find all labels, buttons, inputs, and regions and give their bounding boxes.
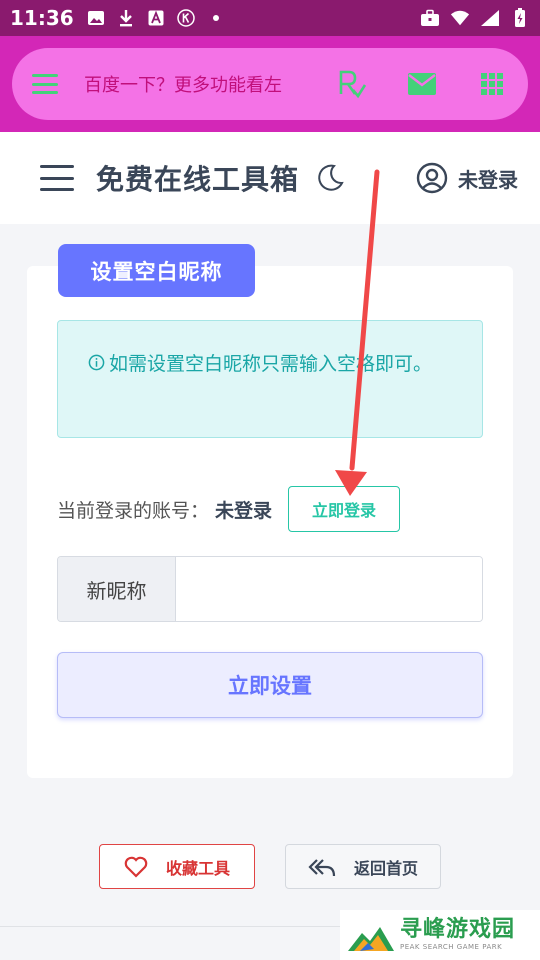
status-time: 11:36 xyxy=(10,6,74,30)
heart-icon xyxy=(124,856,148,878)
dot-icon xyxy=(206,8,226,28)
nickname-input[interactable] xyxy=(176,557,482,621)
moon-icon[interactable] xyxy=(315,163,345,193)
watermark-main-text: 寻峰游戏园 xyxy=(400,917,516,942)
app-header: 免费在线工具箱 未登录 xyxy=(0,132,540,224)
info-icon xyxy=(88,354,105,371)
card-title: 设置空白昵称 xyxy=(58,244,255,297)
download-icon xyxy=(116,8,136,28)
nickname-addon-label: 新昵称 xyxy=(58,557,176,621)
menu-icon[interactable] xyxy=(32,74,58,94)
battery-charging-icon xyxy=(510,8,530,28)
user-circle-icon xyxy=(416,162,448,194)
k-circle-icon xyxy=(176,8,196,28)
status-bar: 11:36 xyxy=(0,0,540,36)
login-now-button[interactable]: 立即登录 xyxy=(288,486,401,532)
browser-search-text[interactable]: 百度一下？更多功能看左 xyxy=(84,71,298,97)
reply-all-icon xyxy=(308,858,336,876)
back-home-label: 返回首页 xyxy=(353,858,418,878)
account-value: 未登录 xyxy=(215,499,273,522)
mail-icon[interactable] xyxy=(406,68,438,100)
mountain-logo-icon xyxy=(348,927,394,951)
favorite-tool-button[interactable]: 收藏工具 xyxy=(99,844,255,889)
briefcase-icon xyxy=(420,8,440,28)
signal-icon xyxy=(480,8,500,28)
watermark-sub-text: PEAK SEARCH GAME PARK xyxy=(400,943,503,951)
nickname-input-group: 新昵称 xyxy=(57,556,483,622)
watermark-logo: 寻峰游戏园 PEAK SEARCH GAME PARK xyxy=(340,910,540,960)
rx-icon[interactable] xyxy=(336,68,368,100)
browser-search-pill[interactable]: 百度一下？更多功能看左 xyxy=(12,48,528,120)
back-home-button[interactable]: 返回首页 xyxy=(285,844,441,889)
account-label: 当前登录的账号： xyxy=(57,499,210,522)
browser-toolbar: 百度一下？更多功能看左 xyxy=(0,36,540,132)
wifi-icon xyxy=(450,8,470,28)
hamburger-icon[interactable] xyxy=(40,165,74,191)
user-login-link[interactable]: 未登录 xyxy=(416,162,518,194)
account-row: 当前登录的账号： 未登录 立即登录 xyxy=(57,486,401,532)
favorite-tool-label: 收藏工具 xyxy=(165,858,230,878)
grid-icon[interactable] xyxy=(476,68,508,100)
info-alert: 如需设置空白昵称只需输入空格即可。 xyxy=(57,320,483,438)
font-a-icon xyxy=(146,8,166,28)
image-icon xyxy=(86,8,106,28)
set-now-button[interactable]: 立即设置 xyxy=(57,652,483,718)
user-status-label: 未登录 xyxy=(458,167,518,192)
info-text: 如需设置空白昵称只需输入空格即可。 xyxy=(109,353,433,375)
site-title[interactable]: 免费在线工具箱 xyxy=(96,158,299,198)
